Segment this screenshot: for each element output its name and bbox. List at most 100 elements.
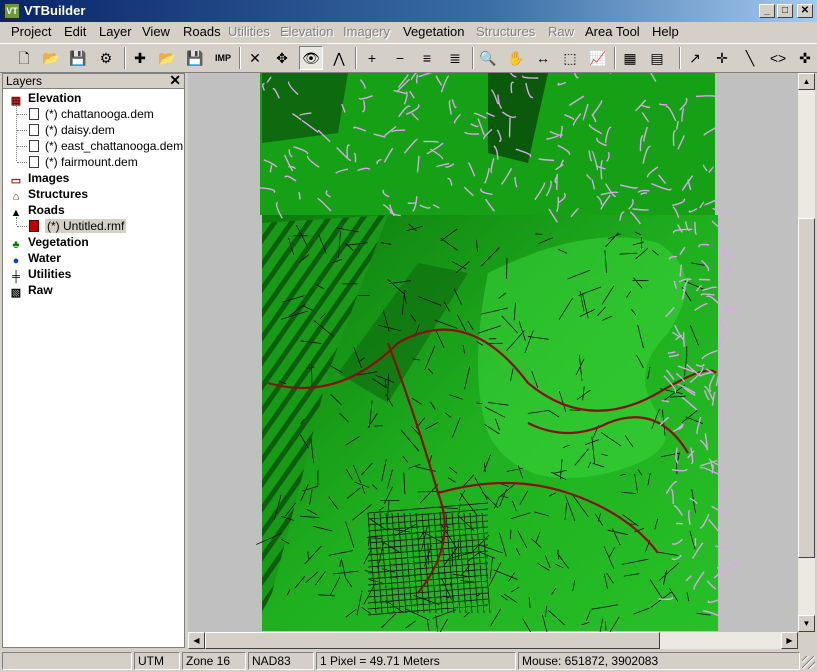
scroll-down-icon[interactable]: ▼ xyxy=(798,615,815,632)
menu-edit[interactable]: Edit xyxy=(64,24,86,40)
minimize-button[interactable]: _ xyxy=(759,4,775,18)
layer-item[interactable]: (*) Untitled.rmf xyxy=(29,218,127,234)
tree-connector xyxy=(17,114,27,115)
vt-icon: VT xyxy=(4,3,20,19)
layer-category-structures[interactable]: ⌂ Structures xyxy=(9,186,88,203)
menu-help[interactable]: Help xyxy=(652,24,679,40)
menu-bar: Project Edit Layer View Roads Utilities Elevat… xyxy=(0,22,817,42)
road-select-button[interactable]: ↗ xyxy=(683,46,707,70)
vertical-scrollbar[interactable]: ▲ ▼ xyxy=(798,73,815,632)
maximize-button[interactable]: □ xyxy=(777,4,793,18)
map-offset-button[interactable]: ▦ xyxy=(618,46,642,70)
road-split-button[interactable]: ✜ xyxy=(793,46,817,70)
zoom-layer-button[interactable]: ≣ xyxy=(443,46,467,70)
menu-project[interactable]: Project xyxy=(11,24,51,40)
road-layer-icon xyxy=(29,220,39,232)
scroll-corner xyxy=(798,632,815,649)
layer-category-raw[interactable]: ▧ Raw xyxy=(9,282,53,299)
grid-button[interactable]: ▤ xyxy=(645,46,669,70)
document-icon xyxy=(29,108,39,120)
profile-button[interactable]: 📈 xyxy=(586,46,610,70)
layer-category-label: Utilities xyxy=(28,267,72,281)
layer-item-label: (*) chattanooga.dem xyxy=(45,107,154,121)
document-icon xyxy=(29,124,39,136)
layer-category-label: Images xyxy=(28,171,70,185)
scroll-left-icon[interactable]: ◀ xyxy=(188,632,205,649)
layer-item[interactable]: (*) fairmount.dem xyxy=(29,154,138,170)
new-layer-button[interactable]: ✚ xyxy=(128,46,152,70)
document-icon xyxy=(29,156,39,168)
layer-item[interactable]: (*) daisy.dem xyxy=(29,122,115,138)
layer-category-label: Raw xyxy=(28,283,53,297)
scroll-up-icon[interactable]: ▲ xyxy=(798,73,815,90)
select-area-button[interactable]: ⬚ xyxy=(558,46,582,70)
menu-vegetation[interactable]: Vegetation xyxy=(403,24,464,40)
close-button[interactable]: ✕ xyxy=(797,4,813,18)
status-bar: UTM Zone 16 NAD83 1 Pixel = 49.71 Meters… xyxy=(0,650,817,672)
distance-button[interactable]: ↔ xyxy=(531,46,555,70)
scroll-right-icon[interactable]: ▶ xyxy=(781,632,798,649)
road-edit-button[interactable]: ✛ xyxy=(710,46,734,70)
zoom-all-button[interactable]: ≡ xyxy=(415,46,439,70)
status-mouse: Mouse: 651872, 3902083 xyxy=(518,652,800,670)
save-project-button[interactable]: 💾 xyxy=(66,46,90,70)
open-project-button[interactable]: 📂 xyxy=(39,46,63,70)
toolbar-separator xyxy=(355,47,357,69)
magnify-button[interactable]: 🔍 xyxy=(476,46,500,70)
layer-category-images[interactable]: ▭ Images xyxy=(9,170,70,187)
save-layer-button[interactable]: 💾 xyxy=(183,46,207,70)
vertical-scroll-thumb[interactable] xyxy=(798,218,815,558)
toolbar-separator xyxy=(614,47,616,69)
horizontal-scrollbar[interactable]: ◀ ▶ xyxy=(188,632,798,649)
menu-utilities[interactable]: Utilities xyxy=(228,24,270,40)
raw-icon: ▧ xyxy=(10,287,22,299)
menu-structures[interactable]: Structures xyxy=(476,24,535,40)
layer-category-utilities[interactable]: ╪ Utilities xyxy=(9,266,72,283)
generate-button[interactable]: ⚙ xyxy=(94,46,118,70)
status-projection: UTM xyxy=(134,652,180,670)
menu-imagery[interactable]: Imagery xyxy=(343,24,390,40)
layer-item[interactable]: (*) chattanooga.dem xyxy=(29,106,154,122)
delete-button[interactable]: ✕ xyxy=(243,46,267,70)
import-button[interactable]: IMP xyxy=(211,46,235,70)
layers-panel: Layers ✕ ▦ Elevation (*) chattanooga.dem (*… xyxy=(2,72,185,648)
menu-area-tool[interactable]: Area Tool xyxy=(585,24,640,40)
tree-connector xyxy=(17,226,27,227)
load-layer-button[interactable]: 📂 xyxy=(155,46,179,70)
toggle-visibility-button[interactable]: 👁 xyxy=(299,46,323,70)
horizontal-scroll-thumb[interactable] xyxy=(205,632,660,649)
layer-item-label: (*) fairmount.dem xyxy=(45,155,138,169)
menu-raw[interactable]: Raw xyxy=(548,24,574,40)
zoom-in-button[interactable]: + xyxy=(360,46,384,70)
layer-category-elevation[interactable]: ▦ Elevation xyxy=(9,90,82,107)
layer-category-roads[interactable]: ▲ Roads xyxy=(9,202,65,219)
menu-layer[interactable]: Layer xyxy=(99,24,132,40)
layer-category-label: Vegetation xyxy=(28,235,89,249)
layer-category-water[interactable]: ● Water xyxy=(9,250,61,267)
title-bar: VT VTBuilder _ □ ✕ xyxy=(0,0,817,22)
layer-item-label: (*) east_chattanooga.dem xyxy=(45,139,184,153)
window-title: VTBuilder xyxy=(24,3,86,18)
layer-category-label: Water xyxy=(28,251,61,265)
zoom-out-button[interactable]: − xyxy=(388,46,412,70)
layer-item-label: (*) daisy.dem xyxy=(45,123,115,137)
pan-button[interactable]: ✋ xyxy=(504,46,528,70)
map-view[interactable] xyxy=(188,73,798,632)
menu-view[interactable]: View xyxy=(142,24,170,40)
road-connect-button[interactable]: <> xyxy=(766,46,790,70)
mountain-shading xyxy=(262,73,348,143)
resize-grip[interactable] xyxy=(802,656,815,669)
layer-category-vegetation[interactable]: ♣ Vegetation xyxy=(9,234,89,251)
new-project-button[interactable]: 🗋 xyxy=(12,46,36,70)
road-draw-button[interactable]: ╲ xyxy=(738,46,762,70)
layer-item[interactable]: (*) east_chattanooga.dem xyxy=(29,138,183,154)
elevation-button[interactable]: ⋀ xyxy=(327,46,351,70)
move-button[interactable]: ✥ xyxy=(270,46,294,70)
tree-connector xyxy=(17,146,27,147)
menu-roads[interactable]: Roads xyxy=(183,24,221,40)
layer-category-label: Roads xyxy=(28,203,65,217)
close-panel-icon[interactable]: ✕ xyxy=(169,72,181,89)
status-message xyxy=(2,652,132,670)
map-canvas[interactable] xyxy=(188,73,798,632)
menu-elevation[interactable]: Elevation xyxy=(280,24,333,40)
